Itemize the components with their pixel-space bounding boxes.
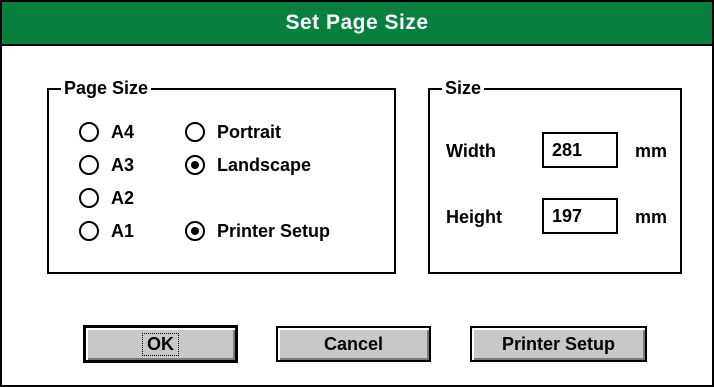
radio-portrait-circle[interactable] (185, 122, 205, 142)
height-label: Height (446, 207, 502, 227)
radio-printer-setup-label: Printer Setup (217, 221, 331, 241)
dialog-title: Set Page Size (285, 11, 429, 34)
printer-setup-button[interactable]: Printer Setup (470, 326, 647, 362)
radio-a4-circle[interactable] (79, 122, 99, 142)
radio-printer-setup[interactable]: Printer Setup (185, 220, 330, 242)
radio-a1-label: A1 (111, 221, 135, 241)
page-size-group-title: Page Size (61, 77, 152, 99)
dialog-title-bar[interactable]: Set Page Size (2, 2, 712, 46)
radio-landscape-label: Landscape (217, 155, 312, 175)
size-group-title: Size (442, 77, 485, 99)
radio-a2-label: A2 (111, 188, 135, 208)
radio-a2-circle[interactable] (79, 188, 99, 208)
radio-a3-circle[interactable] (79, 155, 99, 175)
ok-button[interactable]: OK (83, 325, 238, 363)
radio-printer-setup-circle[interactable] (185, 221, 205, 241)
radio-landscape[interactable]: Landscape (185, 154, 311, 176)
width-label: Width (446, 141, 496, 161)
set-page-size-dialog: Set Page Size Page Size A4 A3 A2 A1 Port… (0, 0, 714, 387)
width-field[interactable] (542, 132, 618, 168)
height-unit-label: mm (635, 207, 668, 227)
height-field[interactable] (542, 198, 618, 234)
cancel-button[interactable]: Cancel (276, 326, 431, 362)
radio-a1-circle[interactable] (79, 221, 99, 241)
radio-a4-label: A4 (111, 122, 135, 142)
ok-button-label: OK (142, 332, 179, 356)
radio-a3-label: A3 (111, 155, 135, 175)
radio-a3[interactable]: A3 (79, 154, 134, 176)
printer-setup-button-label: Printer Setup (501, 333, 616, 354)
radio-a4[interactable]: A4 (79, 121, 134, 143)
size-group: Size Width mm Height mm (428, 77, 682, 274)
radio-a1[interactable]: A1 (79, 220, 134, 242)
radio-portrait-label: Portrait (217, 122, 282, 142)
radio-portrait[interactable]: Portrait (185, 121, 281, 143)
radio-landscape-circle[interactable] (185, 155, 205, 175)
radio-a2[interactable]: A2 (79, 187, 134, 209)
width-unit-label: mm (635, 141, 668, 161)
cancel-button-label: Cancel (323, 333, 384, 354)
page-size-group: Page Size A4 A3 A2 A1 Portrait Landscape… (47, 77, 396, 274)
